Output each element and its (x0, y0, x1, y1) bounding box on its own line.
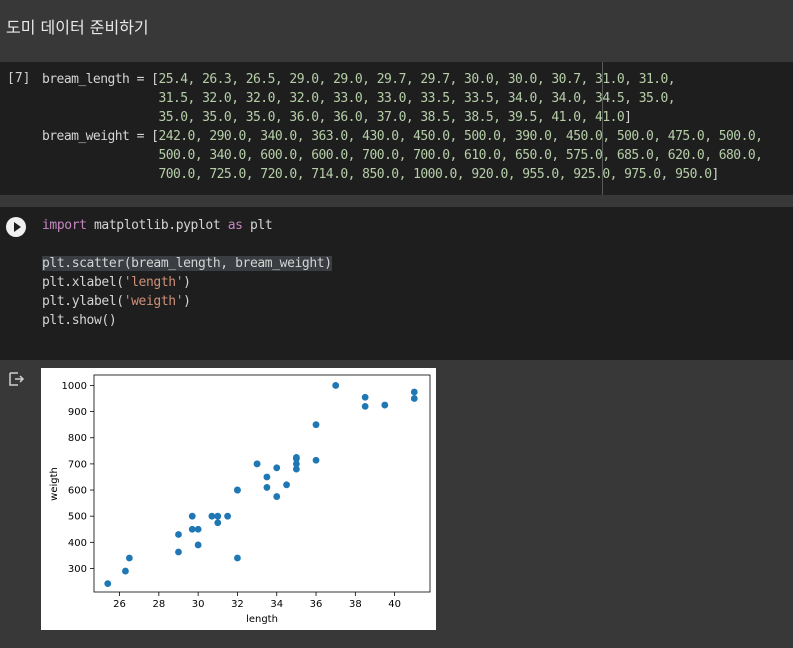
scatter-point (194, 525, 202, 533)
keyword-import: import (42, 218, 87, 233)
scatter-point (175, 548, 182, 556)
scatter-point (214, 512, 222, 520)
scatter-point (194, 541, 202, 549)
scatter-point (263, 473, 271, 481)
x-tick-label: 40 (388, 599, 401, 610)
ylabel-string: 'weigth' (123, 294, 184, 309)
scatter-point (410, 395, 418, 402)
xlabel-string: 'length' (123, 275, 184, 290)
scatter-point (214, 519, 222, 527)
scatter-point (208, 512, 216, 520)
play-circle-icon[interactable] (6, 217, 26, 237)
xlabel-call: plt.xlabel( (42, 275, 124, 290)
scatter-point (188, 512, 196, 520)
module-alias: plt (250, 218, 273, 233)
bream-length-line-2: 31.5, 32.0, 32.0, 32.0, 33.0, 33.0, 33.5… (158, 91, 676, 106)
y-tick-label: 900 (68, 407, 87, 418)
bream-weight-line-3: 700.0, 725.0, 720.0, 714.0, 850.0, 1000.… (158, 167, 712, 182)
code-cell-data[interactable]: [7] bream_length = [25.4, 26.3, 26.5, 29… (0, 62, 793, 195)
y-tick-label: 1000 (62, 381, 87, 392)
scatter-point (263, 484, 271, 491)
x-tick-label: 34 (270, 599, 283, 610)
y-tick-label: 600 (68, 486, 87, 497)
plot-frame (93, 374, 431, 593)
x-tick-label: 38 (349, 599, 362, 610)
ylabel-call: plt.ylabel( (42, 294, 124, 309)
scatter-point (234, 554, 241, 562)
x-tick-label: 28 (152, 599, 165, 610)
scatter-point (175, 531, 182, 538)
bream-weight-line-1: 242.0, 290.0, 340.0, 363.0, 430.0, 450.0… (158, 129, 763, 144)
scatter-point (410, 388, 418, 396)
scatter-point (122, 567, 129, 575)
scatter-point (332, 382, 340, 389)
scatter-point (224, 512, 232, 520)
scatter-point (361, 393, 369, 401)
scatter-point (381, 401, 389, 409)
scatter-point (283, 481, 290, 489)
var-bream-weight: bream_weight (42, 129, 130, 144)
y-tick-label: 300 (68, 564, 87, 575)
code-editor-plot[interactable]: import matplotlib.pyplot as plt plt.scat… (42, 216, 332, 330)
var-bream-length: bream_length (42, 72, 130, 87)
bream-weight-line-2: 500.0, 340.0, 600.0, 600.0, 700.0, 700.0… (158, 148, 763, 163)
y-tick-label: 700 (68, 459, 87, 470)
scatter-line: plt.scatter(bream_length, bream_weight) (42, 256, 332, 271)
code-cell-plot[interactable]: import matplotlib.pyplot as plt plt.scat… (0, 207, 793, 360)
scatter-point (361, 402, 369, 410)
y-tick-label: 400 (68, 538, 87, 549)
ylabel-close: ) (183, 294, 191, 309)
module-name: matplotlib.pyplot (94, 218, 221, 233)
scatter-point (273, 464, 281, 472)
x-tick-label: 36 (310, 599, 323, 610)
execution-count: [7] (7, 71, 31, 86)
x-tick-label: 26 (113, 599, 126, 610)
y-tick-label: 800 (68, 433, 87, 444)
x-axis-label: length (246, 614, 278, 625)
scatter-point (188, 525, 196, 533)
scatter-point (234, 486, 241, 494)
scatter-point (312, 456, 320, 464)
scatter-point (104, 580, 112, 588)
keyword-as: as (227, 218, 243, 233)
scatter-plot: 26 28 30 32 34 36 38 40 300 400 500 600 700 800 900 10… (49, 374, 431, 625)
show-call: plt.show() (42, 313, 117, 328)
output-arrow-icon[interactable] (9, 372, 25, 386)
section-title: 도미 데이터 준비하기 (6, 18, 149, 37)
scatter-point (292, 455, 300, 463)
y-tick-label: 500 (68, 512, 87, 523)
scatter-point (125, 554, 133, 562)
bream-length-line-1: 25.4, 26.3, 26.5, 29.0, 29.0, 29.7, 29.7… (158, 72, 676, 87)
scatter-point (273, 493, 281, 500)
code-editor-data[interactable]: bream_length = [25.4, 26.3, 26.5, 29.0, … (42, 70, 763, 184)
bream-length-line-3: 35.0, 35.0, 35.0, 36.0, 36.0, 37.0, 38.5… (158, 110, 625, 125)
plot-output: 26 28 30 32 34 36 38 40 300 400 500 600 700 800 900 10… (41, 368, 436, 630)
y-axis-label: weigth (49, 467, 60, 501)
scatter-point (253, 460, 261, 468)
x-tick-label: 30 (192, 599, 205, 610)
xlabel-close: ) (183, 275, 191, 290)
scatter-point (312, 421, 320, 429)
x-tick-label: 32 (231, 599, 244, 610)
